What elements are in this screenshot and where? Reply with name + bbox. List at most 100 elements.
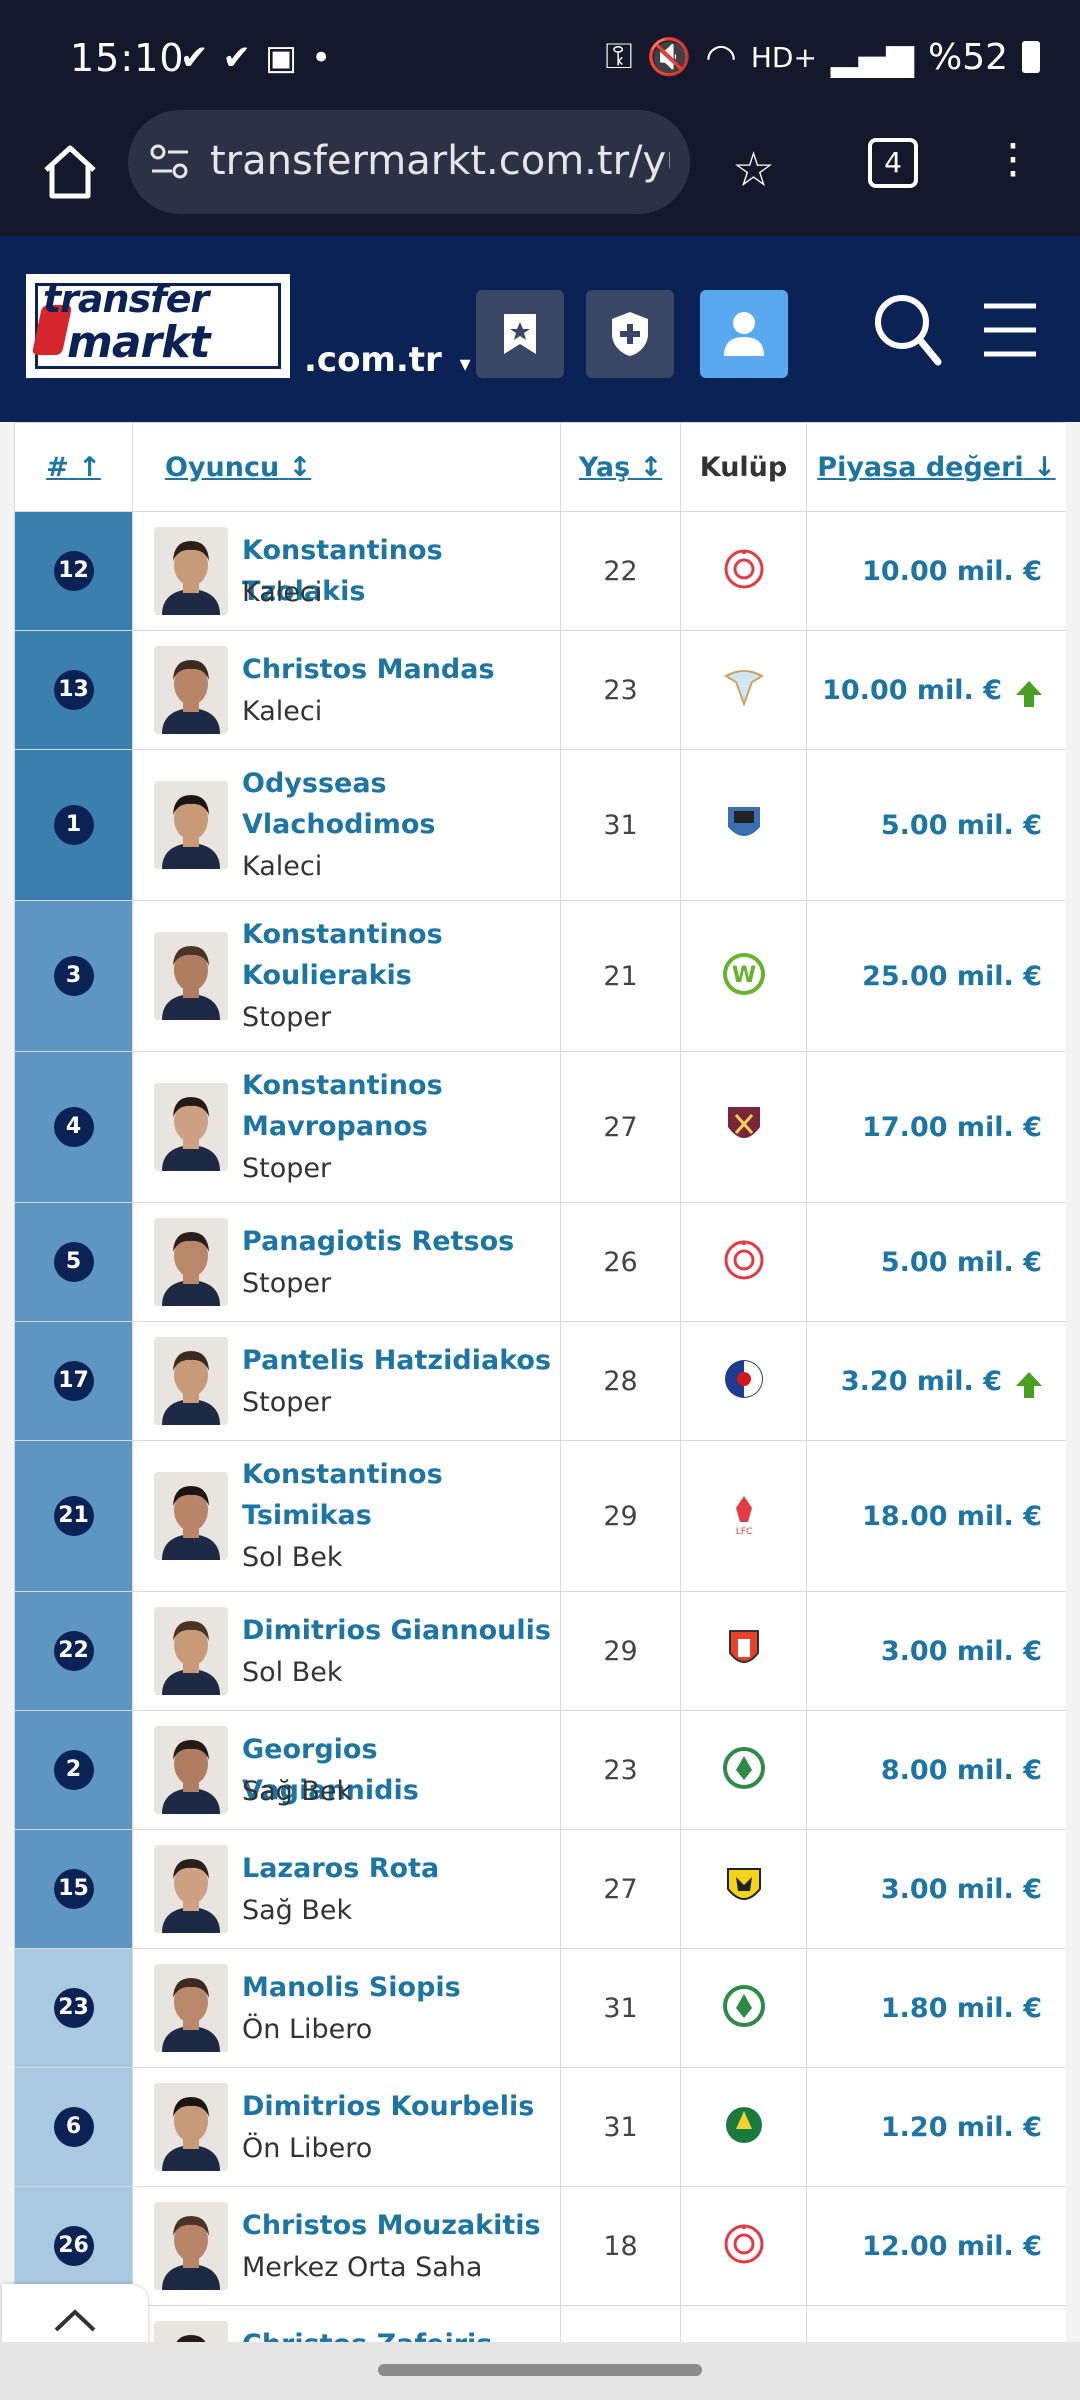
copenhagen-crest-icon[interactable] [722,1357,766,1401]
table-row[interactable]: 12 Konstantinos Tzolakis Kaleci 22 10.00 mil… [14,511,1066,631]
market-value-link[interactable]: 10.00 mil. € [862,556,1042,587]
table-row[interactable]: 3 Konstantinos Koulierakis Stoper 21 W 25.00 … [14,900,1066,1052]
player-photo[interactable] [154,1218,228,1306]
market-value-cell[interactable]: 5.00 mil. € [806,749,1066,901]
market-value-cell[interactable]: 3.20 mil. € [806,1321,1066,1441]
table-row[interactable]: 2 Georgios Vagiannidis Sağ Bek 23 8.00 mil. … [14,1710,1066,1830]
market-value-link[interactable]: 3.00 mil. € [881,1636,1042,1667]
player-photo[interactable] [154,1607,228,1695]
table-row[interactable]: Christos Zafeiris 22 11.00 mil. € [14,2305,1066,2343]
bookmark-star-icon[interactable]: ☆ [732,142,775,198]
player-name-link[interactable]: Christos Mouzakitis [242,2205,552,2246]
market-value-cell[interactable]: 18.00 mil. € [806,1440,1066,1592]
player-photo[interactable] [154,1337,228,1425]
panathinaikos-crest-icon[interactable] [722,1984,766,2028]
green-crest-icon[interactable] [722,2103,766,2147]
table-row[interactable]: 21 Konstantinos Tsimikas Sol Bek 29 LFC 18.00… [14,1440,1066,1592]
player-photo[interactable] [154,1845,228,1933]
market-value-cell[interactable]: 10.00 mil. € [806,630,1066,750]
player-photo[interactable] [154,527,228,615]
market-value-link[interactable]: 8.00 mil. € [881,1755,1042,1786]
player-name-link[interactable]: Dimitrios Kourbelis [242,2086,552,2127]
tab-switcher-button[interactable]: 4 [868,138,918,188]
market-value-cell[interactable]: 12.00 mil. € [806,2186,1066,2306]
player-photo[interactable] [154,2083,228,2171]
table-row[interactable]: 6 Dimitrios Kourbelis Ön Libero 31 1.20 mil.… [14,2067,1066,2187]
player-name-link[interactable]: Konstantinos Tsimikas [242,1454,552,1536]
player-name-link[interactable]: Christos Mandas [242,649,552,690]
market-value-link[interactable]: 12.00 mil. € [862,2231,1042,2262]
market-value-link[interactable]: 10.00 mil. € [822,675,1002,706]
market-value-cell[interactable]: 5.00 mil. € [806,1202,1066,1322]
market-value-cell[interactable]: 1.80 mil. € [806,1948,1066,2068]
home-icon[interactable] [38,140,102,204]
table-row[interactable]: 1 Odysseas Vlachodimos Kaleci 31 5.00 mil. € [14,749,1066,901]
player-photo[interactable] [154,1472,228,1560]
player-photo[interactable] [154,1726,228,1814]
table-row[interactable]: 13 Christos Mandas Kaleci 23 10.00 mil. € [14,630,1066,750]
market-value-cell[interactable]: 10.00 mil. € [806,511,1066,631]
transfermarkt-logo[interactable]: transfer markt [26,274,290,378]
site-settings-icon[interactable] [150,144,190,180]
club-button[interactable] [586,290,674,378]
player-name-link[interactable]: Odysseas Vlachodimos [242,763,552,845]
olympiacos-crest-icon[interactable] [722,1238,766,1282]
market-value-cell[interactable]: 3.00 mil. € [806,1591,1066,1711]
market-value-cell[interactable]: 17.00 mil. € [806,1051,1066,1203]
player-name-link[interactable]: Manolis Siopis [242,1967,552,2008]
header-age[interactable]: Yaş ↕ [560,422,681,512]
player-photo[interactable] [154,2202,228,2290]
newcastle-crest-icon[interactable] [722,801,766,845]
market-value-link[interactable]: 5.00 mil. € [881,1247,1042,1278]
home-gesture-pill[interactable] [378,2364,702,2376]
player-photo[interactable] [154,781,228,869]
player-photo[interactable] [154,2321,228,2342]
player-name-link[interactable]: Dimitrios Giannoulis [242,1610,552,1651]
table-row[interactable]: 4 Konstantinos Mavropanos Stoper 27 17.00 mi… [14,1051,1066,1203]
panathinaikos-crest-icon[interactable] [722,1746,766,1790]
table-row[interactable]: 5 Panagiotis Retsos Stoper 26 5.00 mil. € [14,1202,1066,1322]
table-row[interactable]: 23 Manolis Siopis Ön Libero 31 1.80 mil. € [14,1948,1066,2068]
player-name-link[interactable]: Lazaros Rota [242,1848,552,1889]
market-value-cell[interactable]: 8.00 mil. € [806,1710,1066,1830]
liverpool-crest-icon[interactable]: LFC [722,1492,766,1537]
user-account-button[interactable] [700,290,788,378]
header-player[interactable]: Oyuncu ↕ [132,422,561,512]
more-options-icon[interactable]: · · · [1006,125,1020,197]
wolfsburg-crest-icon[interactable]: W [722,952,766,996]
market-value-cell[interactable]: 25.00 mil. € [806,900,1066,1052]
table-row[interactable]: 26 Christos Mouzakitis Merkez Orta Saha 18 1… [14,2186,1066,2306]
player-photo[interactable] [154,1964,228,2052]
market-value-link[interactable]: 1.80 mil. € [881,1993,1042,2024]
olympiacos-crest-icon[interactable] [722,547,766,591]
player-photo[interactable] [154,932,228,1020]
market-value-link[interactable]: 25.00 mil. € [862,961,1042,992]
market-value-link[interactable]: 3.20 mil. € [841,1366,1002,1397]
player-photo[interactable] [154,1083,228,1171]
aek-crest-icon[interactable] [722,1865,766,1909]
table-row[interactable]: 15 Lazaros Rota Sağ Bek 27 3.00 mil. € [14,1829,1066,1949]
search-icon[interactable] [872,292,944,368]
market-value-cell[interactable]: 1.20 mil. € [806,2067,1066,2187]
player-photo[interactable] [154,646,228,734]
player-name-link[interactable]: Christos Zafeiris [242,2324,552,2343]
watchlist-button[interactable] [476,290,564,378]
olympiacos-crest-icon[interactable] [722,2222,766,2266]
player-name-link[interactable]: Pantelis Hatzidiakos [242,1340,552,1381]
market-value-cell[interactable]: 3.00 mil. € [806,1829,1066,1949]
market-value-cell[interactable]: 11.00 mil. € [806,2305,1066,2342]
domain-selector[interactable]: .com.tr ▾ [304,340,471,380]
lazio-crest-icon[interactable] [722,666,766,710]
west-ham-crest-icon[interactable] [722,1103,766,1147]
market-value-link[interactable]: 1.20 mil. € [881,2112,1042,2143]
table-row[interactable]: 22 Dimitrios Giannoulis Sol Bek 29 3.00 mil.… [14,1591,1066,1711]
hamburger-menu-icon[interactable] [980,292,1040,368]
player-name-link[interactable]: Panagiotis Retsos [242,1221,552,1262]
market-value-link[interactable]: 17.00 mil. € [862,1112,1042,1143]
market-value-link[interactable]: 3.00 mil. € [881,1874,1042,1905]
table-row[interactable]: 17 Pantelis Hatzidiakos Stoper 28 3.20 mil. … [14,1321,1066,1441]
header-market-value[interactable]: Piyasa değeri ↓ [806,422,1066,512]
augsburg-crest-icon[interactable] [722,1627,766,1671]
header-number[interactable]: # ↑ [14,422,133,512]
market-value-link[interactable]: 18.00 mil. € [862,1501,1042,1532]
